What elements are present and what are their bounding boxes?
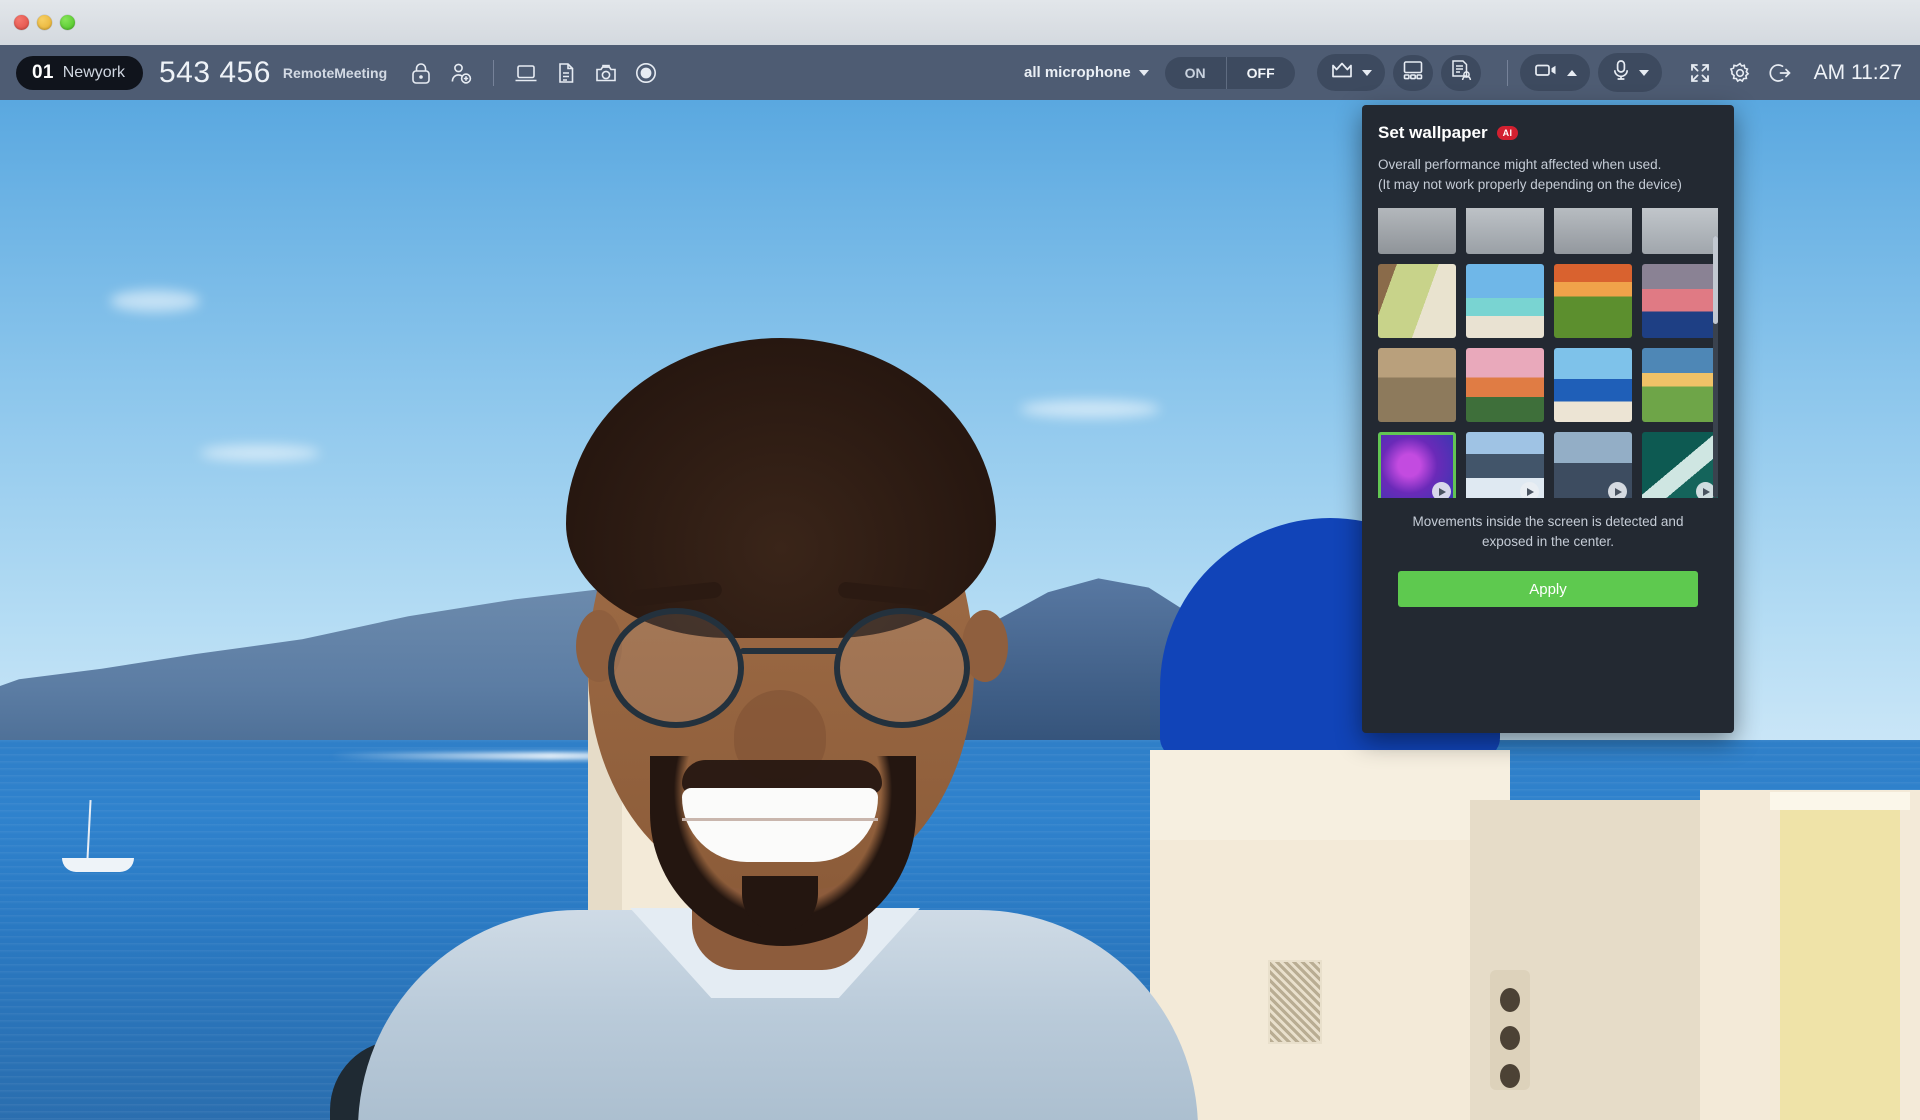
room-city: Newyork — [63, 64, 125, 82]
toolbar-left-group: 01 Newyork 543 456 RemoteMeeting — [0, 53, 666, 93]
sailboat-hull — [62, 858, 134, 872]
wallpaper-grid — [1378, 208, 1718, 498]
screen-share-icon[interactable] — [506, 53, 546, 93]
cloud-icon — [200, 445, 320, 461]
toggle-off-button[interactable]: OFF — [1227, 57, 1295, 89]
thumb-snow-mountain[interactable] — [1466, 432, 1544, 498]
glasses-lens-right — [834, 608, 970, 728]
thumb-partial-1[interactable] — [1378, 208, 1456, 254]
host-crown-button[interactable] — [1317, 54, 1385, 91]
wall-vent-grille — [1268, 960, 1322, 1044]
panel-description: Overall performance might affected when … — [1378, 155, 1718, 194]
meeting-toolbar: 01 Newyork 543 456 RemoteMeeting — [0, 45, 1920, 100]
camera-icon — [1533, 60, 1559, 85]
building-yellow-wall — [1780, 800, 1900, 1120]
fullscreen-icon[interactable] — [1680, 53, 1720, 93]
apply-button[interactable]: Apply — [1398, 571, 1698, 607]
room-badge[interactable]: 01 Newyork — [16, 56, 143, 90]
meeting-number: 543 456 — [159, 56, 271, 90]
wall-hole-3 — [1500, 1064, 1520, 1088]
thumb-rain-window[interactable] — [1554, 432, 1632, 498]
thumb-partial-4[interactable] — [1642, 208, 1718, 254]
microphone-select-label: all microphone — [1024, 64, 1131, 81]
participant-smile — [682, 788, 878, 862]
thumb-partial-3[interactable] — [1554, 208, 1632, 254]
exit-icon[interactable] — [1760, 53, 1800, 93]
wall-hole-1 — [1500, 988, 1520, 1012]
maximize-window-button[interactable] — [60, 15, 75, 30]
camera-button[interactable] — [1520, 54, 1590, 91]
chevron-down-icon — [1639, 70, 1649, 76]
layout-icon — [1401, 59, 1425, 86]
play-icon — [1432, 482, 1451, 498]
play-icon — [1520, 482, 1539, 498]
panel-description-line2: (It may not work properly depending on t… — [1378, 175, 1718, 195]
app-window: 01 Newyork 543 456 RemoteMeeting — [0, 0, 1920, 1120]
cloud-icon — [110, 290, 200, 312]
thumb-onsen-window[interactable] — [1378, 264, 1456, 338]
chevron-down-icon — [1139, 70, 1149, 76]
wallpaper-scrollbar[interactable] — [1713, 236, 1718, 498]
toolbar-divider-1 — [493, 60, 494, 86]
minimize-window-button[interactable] — [37, 15, 52, 30]
wallpaper-scrollbar-thumb[interactable] — [1713, 236, 1718, 324]
thumb-colosseum[interactable] — [1378, 348, 1456, 422]
thumb-coastal-sunset[interactable] — [1642, 348, 1718, 422]
thumb-pink-mountains[interactable] — [1642, 264, 1718, 338]
panel-title: Set wallpaper — [1378, 123, 1488, 143]
wallpaper-grid-scroll-area[interactable] — [1378, 208, 1718, 498]
play-icon — [1608, 482, 1627, 498]
add-participant-icon[interactable] — [441, 53, 481, 93]
crown-icon — [1330, 60, 1354, 85]
record-icon[interactable] — [626, 53, 666, 93]
meeting-name: RemoteMeeting — [283, 65, 387, 81]
lock-icon[interactable] — [401, 53, 441, 93]
thumb-tropical-beach[interactable] — [1466, 264, 1544, 338]
panel-footer-line2: exposed in the center. — [1378, 532, 1718, 552]
microphone-button[interactable] — [1598, 53, 1662, 92]
room-number: 01 — [32, 62, 54, 84]
document-icon[interactable] — [546, 53, 586, 93]
notes-participants-button[interactable] — [1441, 55, 1481, 91]
notes-participants-icon — [1449, 58, 1473, 87]
toolbar-divider-2 — [1507, 60, 1508, 86]
toolbar-right-group: all microphone ON OFF — [1024, 53, 1920, 93]
traffic-lights — [14, 15, 75, 30]
toggle-on-button[interactable]: ON — [1165, 57, 1227, 89]
thumb-cherry-pavilion[interactable] — [1466, 348, 1544, 422]
microphone-on-off-toggle: ON OFF — [1165, 57, 1295, 89]
thumb-ocean-waves[interactable] — [1642, 432, 1718, 498]
clock: AM 11:27 — [1814, 61, 1902, 85]
glasses-bridge — [740, 648, 840, 654]
participant-glasses — [608, 602, 970, 732]
chevron-up-icon — [1567, 70, 1577, 76]
set-wallpaper-panel: Set wallpaper AI Overall performance mig… — [1362, 105, 1734, 733]
layout-button[interactable] — [1393, 55, 1433, 91]
snapshot-icon[interactable] — [586, 53, 626, 93]
chevron-down-icon — [1362, 70, 1372, 76]
wallpaper-panel-header: Set wallpaper AI — [1378, 123, 1718, 143]
glasses-lens-left — [608, 608, 744, 728]
ai-badge: AI — [1497, 126, 1519, 140]
wall-hole-2 — [1500, 1026, 1520, 1050]
close-window-button[interactable] — [14, 15, 29, 30]
microphone-select[interactable]: all microphone — [1024, 64, 1149, 81]
building-yellow-wall-cap — [1770, 792, 1910, 810]
participant-teeth-line — [682, 818, 878, 821]
panel-description-line1: Overall performance might affected when … — [1378, 155, 1718, 175]
thumb-partial-2[interactable] — [1466, 208, 1544, 254]
thumb-sunset-field[interactable] — [1554, 264, 1632, 338]
panel-footer-line1: Movements inside the screen is detected … — [1378, 512, 1718, 532]
panel-footer-text: Movements inside the screen is detected … — [1378, 512, 1718, 551]
gear-icon[interactable] — [1720, 53, 1760, 93]
participant-video-figure — [330, 290, 1230, 1120]
thumb-purple-bokeh[interactable] — [1378, 432, 1456, 498]
thumb-santorini-dome[interactable] — [1554, 348, 1632, 422]
window-title-bar — [0, 0, 1920, 45]
microphone-icon — [1611, 59, 1631, 86]
